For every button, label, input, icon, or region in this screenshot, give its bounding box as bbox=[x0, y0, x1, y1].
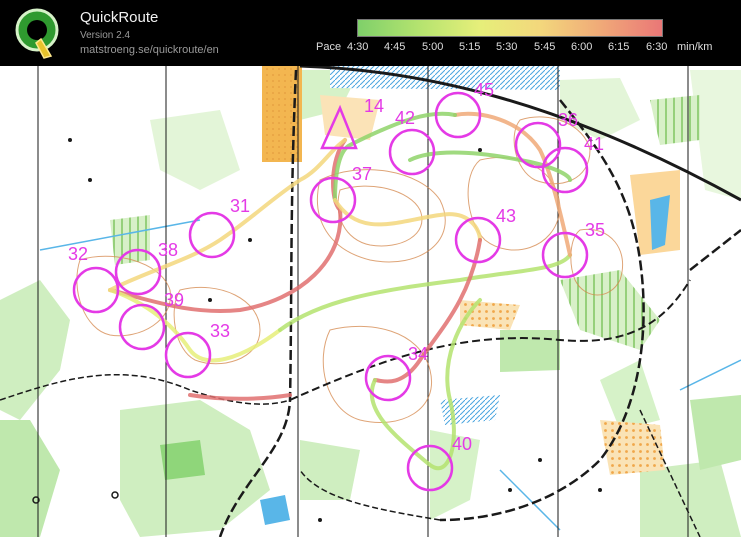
app-title: QuickRoute bbox=[80, 9, 159, 26]
control-label-41: 41 bbox=[584, 134, 604, 154]
pace-tick-label: 5:15 bbox=[459, 41, 481, 53]
pace-tick-label: 6:15 bbox=[608, 41, 630, 53]
start-label: 14 bbox=[364, 96, 384, 116]
pace-color-scale bbox=[357, 19, 663, 37]
control-label-34: 34 bbox=[408, 344, 428, 364]
pace-unit-label: min/km bbox=[677, 41, 713, 53]
pace-tick-label: 5:45 bbox=[534, 41, 556, 53]
pace-tick-label: 6:30 bbox=[646, 41, 668, 53]
control-label-38: 38 bbox=[158, 240, 178, 260]
control-label-43: 43 bbox=[496, 206, 516, 226]
app-header: QuickRoute Version 2.4 matstroeng.se/qui… bbox=[0, 0, 741, 66]
pace-scale-labels: Pace 4:30 4:45 5:00 5:15 5:30 5:45 6:00 … bbox=[316, 41, 736, 55]
pace-tick-label: 6:00 bbox=[571, 41, 593, 53]
control-label-39: 39 bbox=[164, 290, 184, 310]
orienteering-map[interactable]: 31 32 33 34 35 36 37 38 39 40 41 42 43 4… bbox=[0, 66, 741, 537]
control-label-40: 40 bbox=[452, 434, 472, 454]
control-label-32: 32 bbox=[68, 244, 88, 264]
app-version: Version 2.4 bbox=[80, 30, 131, 41]
pace-tick-label: 5:00 bbox=[422, 41, 444, 53]
pace-tick-label: 5:30 bbox=[496, 41, 518, 53]
app-website-link[interactable]: matstroeng.se/quickroute/en bbox=[80, 44, 219, 56]
pace-tick-label: 4:30 bbox=[347, 41, 369, 53]
quickroute-window: QuickRoute Version 2.4 matstroeng.se/qui… bbox=[0, 0, 741, 537]
pace-label: Pace bbox=[316, 41, 342, 53]
quickroute-logo-icon bbox=[15, 8, 59, 59]
control-label-42: 42 bbox=[395, 108, 415, 128]
control-label-45: 45 bbox=[474, 80, 494, 100]
control-label-33: 33 bbox=[210, 321, 230, 341]
pace-tick-label: 4:45 bbox=[384, 41, 406, 53]
control-label-31: 31 bbox=[230, 196, 250, 216]
control-label-35: 35 bbox=[585, 220, 605, 240]
control-label-36: 36 bbox=[558, 110, 578, 130]
control-label-37: 37 bbox=[352, 164, 372, 184]
